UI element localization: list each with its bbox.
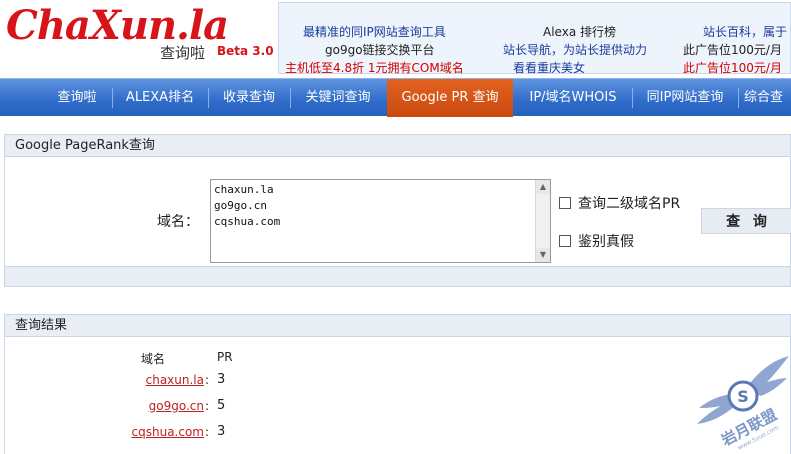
- ad-link-alexa[interactable]: Alexa 排行榜: [543, 23, 616, 40]
- nav-divider: [112, 88, 113, 108]
- ad-slot-2[interactable]: 此广告位100元/月: [683, 59, 782, 76]
- ad-link-webmaster-nav[interactable]: 站长导航，为站长提供动力: [503, 41, 647, 58]
- result-colon: :: [205, 399, 210, 413]
- verify-option-label: 鉴别真假: [578, 234, 634, 250]
- nav-divider: [290, 88, 291, 108]
- ad-link-chongqing[interactable]: 看看重庆美女: [513, 59, 585, 76]
- pr-query-panel: Google PageRank查询 域名： chaxun.la go9go.cn…: [4, 134, 791, 287]
- panel-footer: [5, 266, 790, 286]
- nav-item-keyword[interactable]: 关键词查询: [292, 79, 384, 117]
- result-domain-link[interactable]: cqshua.com: [132, 425, 204, 439]
- domain-textarea[interactable]: chaxun.la go9go.cn cqshua.com ▲ ▼: [210, 179, 551, 263]
- winged-emblem-icon: S 岩月联盟 www.5yue.com: [697, 356, 789, 452]
- result-colon: :: [205, 373, 210, 387]
- nav-item-combined[interactable]: 综合查: [744, 79, 791, 117]
- ad-link-go9go[interactable]: go9go链接交换平台: [325, 41, 435, 58]
- result-pr-value: 5: [217, 398, 226, 413]
- panel-title: Google PageRank查询: [5, 135, 790, 157]
- nav-item-index[interactable]: 收录查询: [210, 79, 288, 117]
- results-title: 查询结果: [5, 315, 790, 337]
- watermark-logo: S 岩月联盟 www.5yue.com: [695, 350, 791, 454]
- nav-item-google-pr[interactable]: Google PR 查询: [387, 79, 513, 117]
- domain-textarea-value: chaxun.la go9go.cn cqshua.com: [214, 183, 281, 228]
- result-pr-value: 3: [217, 372, 226, 387]
- subdomain-checkbox[interactable]: [559, 197, 571, 209]
- result-pr-value: 3: [217, 424, 226, 439]
- result-domain-link[interactable]: chaxun.la: [146, 373, 204, 387]
- query-button[interactable]: 查 询: [701, 208, 791, 234]
- ad-link-hosting[interactable]: 主机低至4.8折 1元拥有COM域名: [285, 59, 464, 76]
- subdomain-option[interactable]: 查询二级域名PR: [559, 193, 680, 213]
- ad-link-same-ip-tool[interactable]: 最精准的同IP网站查询工具: [303, 23, 446, 40]
- ad-link-wiki[interactable]: 站长百科，属于: [703, 23, 787, 40]
- verify-option[interactable]: 鉴别真假: [559, 231, 634, 251]
- results-col-pr: PR: [217, 350, 233, 364]
- nav-item-same-ip[interactable]: 同IP网站查询: [634, 79, 736, 117]
- svg-text:S: S: [737, 387, 749, 406]
- nav-item-whois[interactable]: IP/域名WHOIS: [516, 79, 630, 117]
- ad-banner-area: 最精准的同IP网站查询工具 Alexa 排行榜 站长百科，属于 go9go链接交…: [278, 2, 791, 76]
- site-logo[interactable]: ChaXun.la 查询啦 Beta 3.0: [0, 0, 274, 76]
- main-nav: 查询啦 ALEXA排名 收录查询 关键词查询 Google PR 查询 IP/域…: [0, 78, 791, 117]
- logo-subtitle: 查询啦: [160, 44, 206, 62]
- nav-divider: [208, 88, 209, 108]
- logo-version: Beta 3.0: [217, 44, 274, 58]
- domain-label: 域名：: [157, 214, 199, 230]
- nav-item-alexa[interactable]: ALEXA排名: [114, 79, 206, 117]
- nav-divider: [632, 88, 633, 108]
- subdomain-option-label: 查询二级域名PR: [578, 196, 681, 212]
- verify-checkbox[interactable]: [559, 235, 571, 247]
- results-panel: 查询结果 域名 PR chaxun.la : 3 go9go.cn : 5 cq…: [4, 314, 791, 454]
- nav-divider: [738, 88, 739, 108]
- scroll-up-icon[interactable]: ▲: [536, 180, 550, 194]
- ad-slot-1[interactable]: 此广告位100元/月: [683, 41, 782, 58]
- site-header: ChaXun.la 查询啦 Beta 3.0 最精准的同IP网站查询工具 Ale…: [0, 0, 791, 76]
- scroll-down-icon[interactable]: ▼: [536, 248, 550, 262]
- result-colon: :: [205, 425, 210, 439]
- textarea-scrollbar[interactable]: ▲ ▼: [535, 180, 550, 262]
- nav-item-home[interactable]: 查询啦: [44, 79, 110, 117]
- results-col-domain: 域名: [141, 352, 166, 366]
- result-domain-link[interactable]: go9go.cn: [149, 399, 204, 413]
